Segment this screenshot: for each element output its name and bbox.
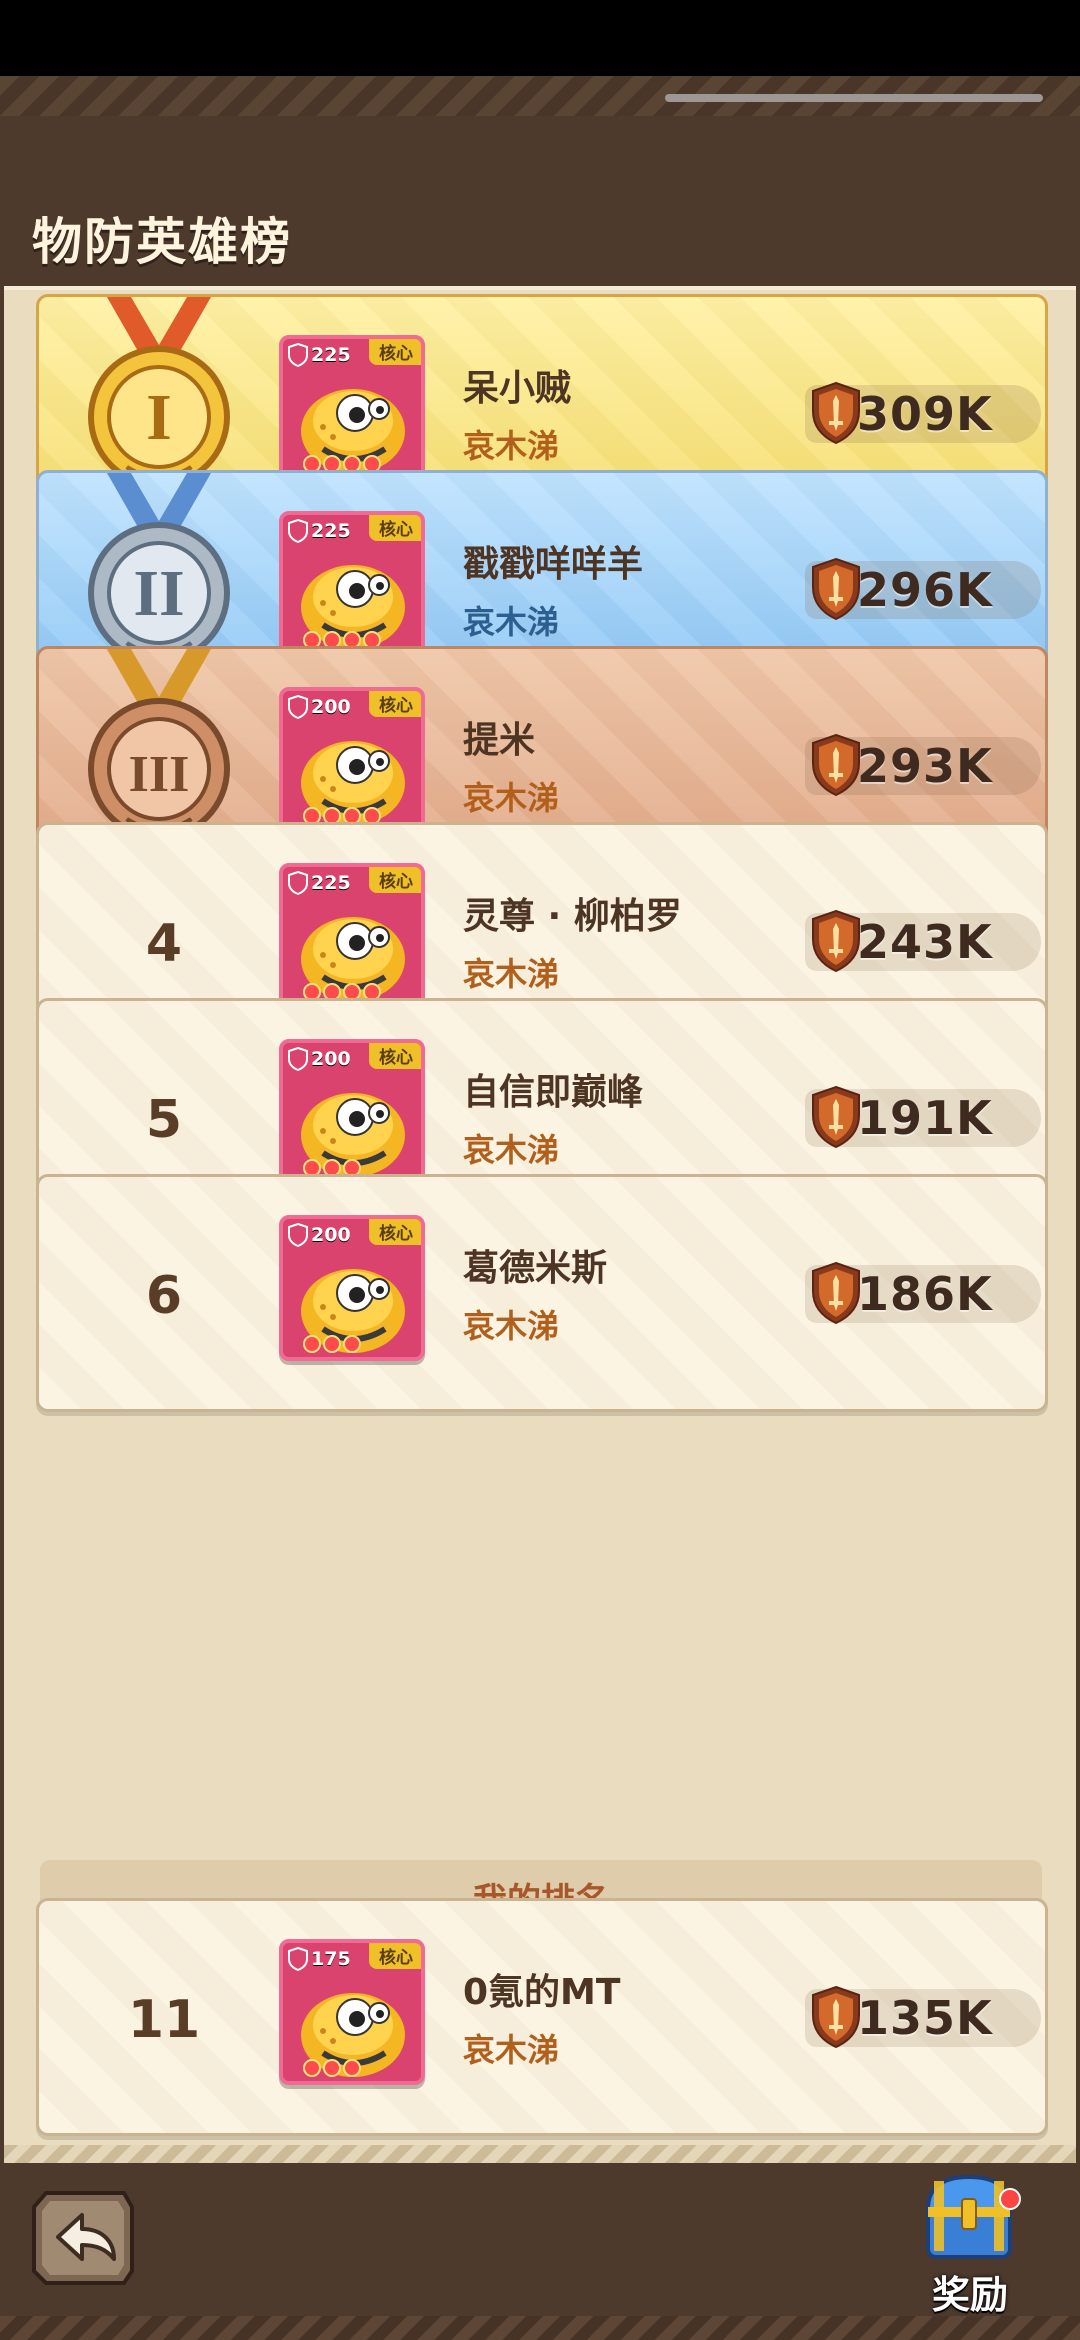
shield-sword-icon xyxy=(809,381,863,445)
hero-level: 225 xyxy=(311,344,351,366)
player-name: 自信即巅峰 xyxy=(463,1072,644,1113)
shield-sword-icon xyxy=(809,1261,863,1325)
hero-name: 哀木涕 xyxy=(463,955,560,993)
hero-avatar[interactable]: 200 核心 xyxy=(279,1039,425,1185)
star-icon xyxy=(303,2059,321,2077)
hero-name: 哀木涕 xyxy=(463,603,560,641)
hero-avatar[interactable]: 175 核心 xyxy=(279,1939,425,2085)
power-value: 243K xyxy=(857,915,993,969)
player-name: 0氪的MT xyxy=(463,1972,621,2013)
hero-level-badge: 200 xyxy=(287,693,351,721)
svg-text:I: I xyxy=(146,381,172,454)
level-shield-icon xyxy=(287,519,309,543)
level-shield-icon xyxy=(287,343,309,367)
hero-stars xyxy=(303,1335,361,1353)
hero-level-badge: 200 xyxy=(287,1045,351,1073)
star-icon xyxy=(343,2059,361,2077)
player-name: 呆小贼 xyxy=(463,368,572,409)
level-shield-icon xyxy=(287,1947,309,1971)
hero-level: 200 xyxy=(311,1224,351,1246)
hero-avatar[interactable]: 200 核心 xyxy=(279,687,425,833)
hero-name: 哀木涕 xyxy=(463,427,560,465)
hero-name: 哀木涕 xyxy=(463,1131,560,1169)
back-arrow-icon xyxy=(32,2191,134,2285)
rank-number: 6 xyxy=(145,1266,183,1326)
core-badge: 核心 xyxy=(369,339,421,365)
power-display: 191K xyxy=(769,1085,1045,1149)
leaderboard-panel: I 225 核心 呆小贼 哀木涕 309K II 225 核心 戳戳咩咩羊 哀木涕 296K III 20… xyxy=(4,286,1076,2163)
shield-sword-icon xyxy=(809,1085,863,1149)
star-icon xyxy=(303,1335,321,1353)
hero-stars xyxy=(303,2059,361,2077)
player-name: 葛德米斯 xyxy=(463,1248,608,1289)
star-icon xyxy=(343,1335,361,1353)
power-display: 243K xyxy=(769,909,1045,973)
hero-avatar[interactable]: 200 核心 xyxy=(279,1215,425,1361)
hero-level-badge: 225 xyxy=(287,869,351,897)
reward-label: 奖励 xyxy=(931,2273,1008,2317)
power-display: 309K xyxy=(769,381,1045,445)
my-rank-row[interactable]: 11 175 核心 0氪的MT 哀木涕 135K xyxy=(36,1898,1048,2136)
shield-sword-icon xyxy=(809,909,863,973)
star-icon xyxy=(323,2059,341,2077)
power-value: 293K xyxy=(857,739,993,793)
svg-text:II: II xyxy=(133,557,184,630)
panel-border xyxy=(4,2145,1076,2163)
reward-button[interactable]: 奖励 xyxy=(900,2169,1040,2319)
shield-sword-icon xyxy=(809,733,863,797)
hero-level: 200 xyxy=(311,1048,351,1070)
level-shield-icon xyxy=(287,1223,309,1247)
player-name: 灵尊 · 柳柏罗 xyxy=(463,896,682,937)
hero-name: 哀木涕 xyxy=(463,779,560,817)
level-shield-icon xyxy=(287,695,309,719)
hero-level: 200 xyxy=(311,696,351,718)
hero-avatar[interactable]: 225 核心 xyxy=(279,511,425,657)
shield-sword-icon xyxy=(809,1985,863,2049)
hero-name: 哀木涕 xyxy=(463,1307,560,1345)
ranking-row[interactable]: 6 200 核心葛德米斯哀木涕 186K xyxy=(36,1174,1048,1412)
app-screen: 物防英雄榜 I 225 核心 呆小贼 哀木涕 309K II 225 核心 戳戳咩咩羊 哀木涕 296… xyxy=(0,76,1080,2340)
power-display: 293K xyxy=(769,733,1045,797)
hero-level-badge: 225 xyxy=(287,341,351,369)
back-button[interactable] xyxy=(28,2187,138,2289)
level-shield-icon xyxy=(287,871,309,895)
treasure-chest-icon xyxy=(925,2174,1021,2259)
power-display: 135K xyxy=(769,1985,1045,2049)
hero-name: 哀木涕 xyxy=(463,2031,560,2069)
core-badge: 核心 xyxy=(369,691,421,717)
power-display: 296K xyxy=(769,557,1045,621)
hero-avatar[interactable]: 225 核心 xyxy=(279,335,425,481)
core-badge: 核心 xyxy=(369,515,421,541)
player-name: 提米 xyxy=(463,720,536,761)
hero-level-badge: 175 xyxy=(287,1945,351,1973)
hero-avatar[interactable]: 225 核心 xyxy=(279,863,425,1009)
core-badge: 核心 xyxy=(369,867,421,893)
bottom-border xyxy=(0,2316,1080,2340)
bottom-bar: 奖励 xyxy=(0,2163,1080,2340)
power-value: 135K xyxy=(857,1991,993,2045)
status-bar xyxy=(0,0,1080,76)
power-value: 309K xyxy=(857,387,993,441)
hero-level: 175 xyxy=(311,1948,351,1970)
core-badge: 核心 xyxy=(369,1219,421,1245)
power-value: 186K xyxy=(857,1267,993,1321)
drag-handle[interactable] xyxy=(665,94,1043,102)
star-icon xyxy=(323,1335,341,1353)
hero-level: 225 xyxy=(311,872,351,894)
player-name: 戳戳咩咩羊 xyxy=(463,544,644,585)
shield-sword-icon xyxy=(809,557,863,621)
rank-number: 11 xyxy=(127,1990,201,2050)
power-value: 296K xyxy=(857,563,993,617)
hero-level-badge: 225 xyxy=(287,517,351,545)
power-display: 186K xyxy=(769,1261,1045,1325)
ranking-list[interactable]: I 225 核心 呆小贼 哀木涕 309K II 225 核心 戳戳咩咩羊 哀木涕 296K III 20… xyxy=(4,290,1076,1760)
hero-level-badge: 200 xyxy=(287,1221,351,1249)
page-title: 物防英雄榜 xyxy=(32,213,292,271)
svg-text:III: III xyxy=(129,746,190,803)
hero-level: 225 xyxy=(311,520,351,542)
power-value: 191K xyxy=(857,1091,993,1145)
core-badge: 核心 xyxy=(369,1043,421,1069)
level-shield-icon xyxy=(287,1047,309,1071)
core-badge: 核心 xyxy=(369,1943,421,1969)
